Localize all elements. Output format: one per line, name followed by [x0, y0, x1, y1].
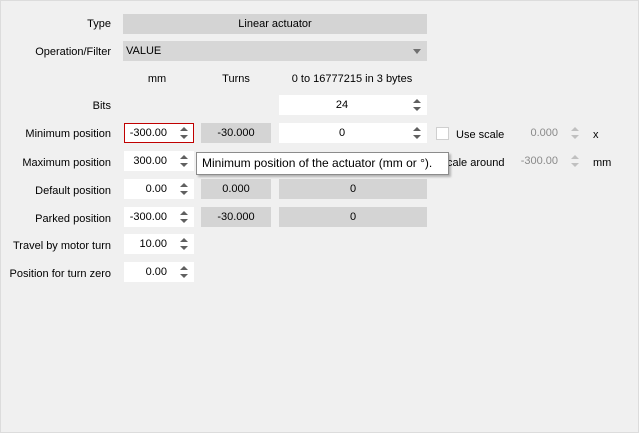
position-for-turn-zero-label: Position for turn zero	[9, 268, 112, 280]
scale-around-label: cale around	[447, 157, 505, 169]
use-scale-label: Use scale	[456, 129, 505, 141]
parked-position-raw: 0	[279, 207, 427, 227]
maximum-position-mm-value: 300.00	[133, 155, 167, 167]
travel-by-motor-turn-stepper[interactable]: 10.00	[124, 234, 194, 254]
travel-by-motor-turn-label: Travel by motor turn	[12, 240, 111, 252]
stepper-arrows-icon[interactable]	[179, 235, 189, 253]
column-header-turns: Turns	[222, 73, 250, 85]
type-label: Type	[87, 18, 111, 30]
scale-around-unit: mm	[593, 157, 612, 169]
minimum-position-raw-value: 0	[338, 127, 346, 139]
stepper-arrows-icon[interactable]	[570, 152, 580, 170]
default-position-mm-value: 0.00	[145, 183, 167, 195]
parked-position-mm-value: -300.00	[129, 211, 167, 223]
column-header-range: 0 to 16777215 in 3 bytes	[291, 73, 413, 85]
minimum-position-mm-stepper[interactable]: -300.00	[124, 123, 298, 143]
use-scale-checkbox[interactable]	[436, 127, 449, 140]
minimum-position-mm-value: -300.00	[129, 127, 167, 139]
tooltip: Minimum position of the actuator (mm or …	[196, 152, 449, 175]
parked-position-label: Parked position	[35, 213, 111, 225]
position-for-turn-zero-stepper[interactable]: 0.00	[124, 262, 194, 282]
stepper-arrows-icon[interactable]	[179, 124, 189, 142]
chevron-down-icon	[413, 49, 421, 54]
minimum-position-label: Minimum position	[25, 128, 111, 140]
stepper-arrows-icon[interactable]	[412, 96, 422, 114]
default-position-mm-stepper[interactable]: 0.00	[124, 179, 194, 199]
operation-select[interactable]: VALUE	[123, 41, 427, 61]
use-scale-unit: x	[593, 129, 599, 141]
maximum-position-mm-stepper[interactable]: 300.00	[124, 151, 194, 171]
stepper-arrows-icon[interactable]	[179, 180, 189, 198]
scale-around-value: -300.00	[520, 155, 558, 167]
column-header-mm: mm	[147, 73, 167, 85]
parked-position-turns: -30.000	[201, 207, 271, 227]
stepper-arrows-icon[interactable]	[179, 208, 189, 226]
default-position-label: Default position	[35, 185, 111, 197]
maximum-position-label: Maximum position	[22, 157, 111, 169]
stepper-arrows-icon[interactable]	[412, 124, 422, 142]
operation-select-value: VALUE	[126, 45, 162, 57]
minimum-position-raw-stepper[interactable]: 0	[279, 123, 427, 143]
minimum-position-turns: -30.000	[201, 123, 271, 143]
travel-by-motor-turn-value: 10.00	[139, 238, 167, 250]
default-position-raw: 0	[279, 179, 427, 199]
position-for-turn-zero-value: 0.00	[145, 266, 167, 278]
use-scale-stepper[interactable]: 0.000	[513, 123, 585, 143]
bits-stepper[interactable]: 24	[279, 95, 427, 115]
use-scale-value: 0.000	[530, 127, 558, 139]
bits-value: 24	[335, 99, 349, 111]
scale-around-stepper[interactable]: -300.00	[513, 151, 585, 171]
stepper-arrows-icon[interactable]	[179, 152, 189, 170]
bits-label: Bits	[92, 100, 111, 112]
parked-position-mm-stepper[interactable]: -300.00	[124, 207, 194, 227]
stepper-arrows-icon[interactable]	[179, 263, 189, 281]
stepper-arrows-icon[interactable]	[570, 124, 580, 142]
default-position-turns: 0.000	[201, 179, 271, 199]
operation-label: Operation/Filter	[35, 46, 111, 58]
type-value: Linear actuator	[123, 14, 427, 34]
